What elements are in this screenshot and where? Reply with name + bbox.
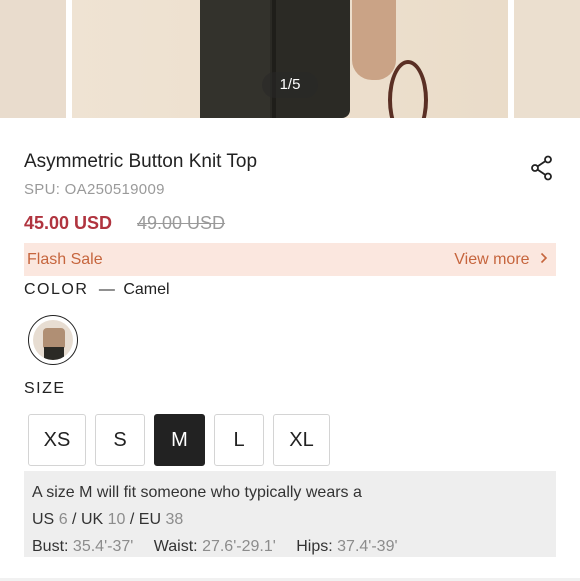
waist-label: Waist: xyxy=(153,538,198,555)
size-conversion: US 6 / UK 10 / EU 38 xyxy=(32,506,548,533)
original-price: 49.00 USD xyxy=(137,213,226,233)
product-image[interactable] xyxy=(72,0,508,118)
waist-measurement: Waist: 27.6'-29.1' xyxy=(154,533,276,560)
next-slide-image[interactable] xyxy=(514,0,580,118)
color-swatch-camel[interactable] xyxy=(28,315,78,365)
color-selector-label: COLOR — Camel xyxy=(24,281,170,299)
bag-strap-graphic xyxy=(388,60,428,118)
share-icon[interactable] xyxy=(530,155,554,181)
fit-intro: A size M will fit someone who typically … xyxy=(32,484,362,501)
us-label: US xyxy=(32,511,55,528)
swatch-pants-graphic xyxy=(44,347,64,360)
uk-label: UK xyxy=(80,511,104,528)
slide-counter: 1/5 xyxy=(262,72,318,98)
uk-value: 10 xyxy=(107,511,126,528)
previous-slide-image[interactable] xyxy=(0,0,66,118)
size-option-m[interactable]: M xyxy=(154,414,205,466)
product-spu: SPU: OA250519009 xyxy=(24,181,165,198)
model-hand-graphic xyxy=(352,0,396,80)
hips-value: 37.4'-39' xyxy=(337,538,398,555)
size-option-xs[interactable]: XS xyxy=(28,414,86,466)
waist-value: 27.6'-29.1' xyxy=(202,538,276,555)
swatch-top-graphic xyxy=(43,328,65,348)
size-option-s[interactable]: S xyxy=(95,414,145,466)
flash-sale-label: Flash Sale xyxy=(27,251,103,268)
size-option-l[interactable]: L xyxy=(214,414,264,466)
view-more-label: View more xyxy=(454,251,530,269)
selected-color-name: Camel xyxy=(123,281,170,298)
us-value: 6 xyxy=(58,511,68,528)
body-measurements: Bust: 35.4'-37' Waist: 27.6'-29.1' Hips:… xyxy=(32,533,548,560)
separator: / xyxy=(72,511,77,528)
size-option-xl[interactable]: XL xyxy=(273,414,330,466)
hips-label: Hips: xyxy=(296,538,333,555)
eu-label: EU xyxy=(138,511,162,528)
hips-measurement: Hips: 37.4'-39' xyxy=(296,533,397,560)
color-separator: — xyxy=(98,281,115,298)
sale-price: 45.00 USD xyxy=(24,213,113,233)
bust-measurement: Bust: 35.4'-37' xyxy=(32,533,133,560)
product-title: Asymmetric Button Knit Top xyxy=(24,151,258,172)
chevron-right-icon xyxy=(540,251,548,269)
flash-sale-banner: Flash Sale View more xyxy=(24,243,556,276)
model-pants-graphic xyxy=(200,0,350,118)
eu-value: 38 xyxy=(165,511,184,528)
bust-label: Bust: xyxy=(32,538,69,555)
size-label: SIZE xyxy=(24,380,66,397)
color-swatch-thumbnail xyxy=(33,320,73,360)
bust-value: 35.4'-37' xyxy=(72,538,134,555)
separator: / xyxy=(129,511,135,528)
product-image-carousel[interactable]: 1/5 xyxy=(0,0,580,118)
view-more-link[interactable]: View more xyxy=(454,251,548,269)
color-label: COLOR xyxy=(24,281,89,298)
size-fit-info: A size M will fit someone who typically … xyxy=(24,471,556,557)
